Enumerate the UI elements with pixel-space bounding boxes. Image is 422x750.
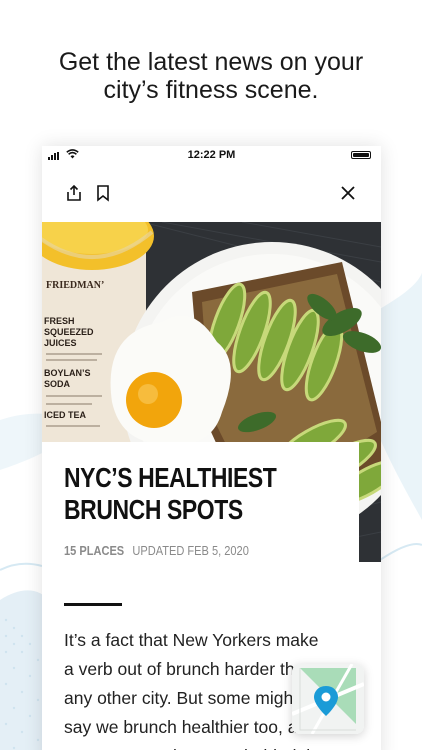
map-thumbnail bbox=[292, 664, 364, 734]
promo-line-2: city’s fitness scene. bbox=[103, 76, 319, 104]
promo-headline: Get the latest news on your city’s fitne… bbox=[0, 48, 422, 104]
promo-line-1: Get the latest news on your bbox=[58, 48, 364, 76]
menu-line: FRESH bbox=[44, 316, 75, 326]
status-time: 12:22 PM bbox=[187, 149, 236, 161]
bookmark-button[interactable] bbox=[92, 182, 114, 204]
close-button[interactable] bbox=[337, 182, 359, 204]
place-count: 15 PLACES bbox=[64, 543, 125, 558]
updated-date: UPDATED FEB 5, 2020 bbox=[132, 543, 249, 558]
menu-line: ICED TEA bbox=[44, 410, 87, 420]
article-toolbar bbox=[42, 176, 381, 210]
battery-icon bbox=[351, 151, 371, 159]
close-icon bbox=[341, 186, 355, 200]
phone-screen: 12:22 PM FRIEDMAN’ FRESH SQUEEZED JUICES… bbox=[42, 146, 381, 750]
body-line: we can prove it. Leave behind the bbox=[64, 742, 364, 750]
article-meta: 15 PLACES UPDATED FEB 5, 2020 bbox=[64, 543, 249, 558]
share-icon bbox=[67, 184, 81, 201]
menu-brand: FRIEDMAN’ bbox=[46, 280, 104, 291]
menu-line: SODA bbox=[44, 379, 71, 389]
body-line: It’s a fact that New Yorkers make bbox=[64, 630, 319, 650]
article-title-line-1: NYC’S HEALTHIEST bbox=[64, 462, 277, 493]
status-bar: 12:22 PM bbox=[42, 146, 381, 164]
menu-line: BOYLAN’S bbox=[44, 368, 91, 378]
title-divider bbox=[64, 603, 122, 606]
article-title-line-2: BRUNCH SPOTS bbox=[64, 494, 243, 525]
bookmark-icon bbox=[97, 185, 109, 202]
menu-line: SQUEEZED bbox=[44, 327, 94, 337]
share-button[interactable] bbox=[63, 182, 85, 204]
article-title: NYC’S HEALTHIEST BRUNCH SPOTS bbox=[64, 462, 302, 526]
menu-line: JUICES bbox=[44, 338, 77, 348]
map-button[interactable] bbox=[292, 664, 364, 734]
